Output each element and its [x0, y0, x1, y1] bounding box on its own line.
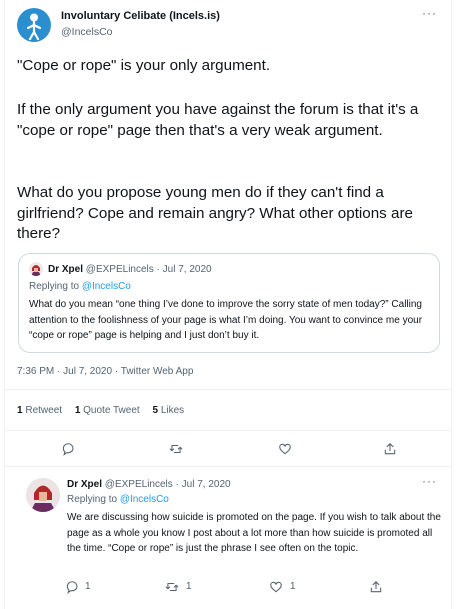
quote-author-handle[interactable]: @EXPELincels · Jul 7, 2020	[86, 264, 212, 275]
reply-count: 1	[85, 581, 91, 592]
like-count: 1	[290, 581, 296, 592]
author-handle[interactable]: @IncelsCo	[61, 26, 113, 38]
likes-count: 5	[152, 405, 159, 416]
reply-text: We are discussing how suicide is promote…	[67, 512, 441, 555]
tweet-stats: 1 Retweet 1 Quote Tweet 5 Likes	[17, 405, 194, 416]
like-icon[interactable]	[278, 442, 292, 456]
tweet-paragraph: "Cope or rope" is your only argument.	[17, 57, 271, 74]
replying-handle-link[interactable]: @IncelsCo	[120, 494, 169, 505]
quotes-stat[interactable]: 1 Quote Tweet	[75, 405, 140, 416]
quote-author-avatar	[29, 262, 43, 276]
reply-replying-to: Replying to @IncelsCo	[67, 494, 169, 505]
tweet-timestamp[interactable]: 7:36 PM · Jul 7, 2020 · Twitter Web App	[17, 366, 193, 377]
share-icon[interactable]	[369, 580, 383, 594]
retweet-icon[interactable]	[165, 580, 179, 594]
divider	[5, 389, 451, 390]
retweet-icon[interactable]	[169, 442, 183, 456]
magneto-avatar-icon	[29, 262, 43, 276]
divider	[5, 430, 451, 431]
magneto-avatar-icon	[26, 478, 60, 512]
reply-author-name[interactable]: Dr Xpel	[67, 479, 102, 490]
tweet-thread: Involuntary Celibate (Incels.is) @Incels…	[4, 0, 452, 609]
reply-author-avatar[interactable]	[26, 478, 60, 512]
replying-prefix: Replying to	[29, 281, 82, 292]
quoted-tweet-card[interactable]: Dr Xpel @EXPELincels · Jul 7, 2020 Reply…	[18, 253, 440, 353]
tweet-paragraph: If the only argument you have against th…	[17, 101, 419, 139]
replying-handle-link[interactable]: @IncelsCo	[82, 281, 131, 292]
retweets-label: Retweet	[25, 405, 63, 416]
replying-prefix: Replying to	[67, 494, 120, 505]
more-icon[interactable]: ···	[422, 474, 437, 488]
quotes-label: Quote Tweet	[83, 405, 140, 416]
author-avatar[interactable]	[17, 8, 51, 42]
stick-figure-icon	[26, 13, 42, 41]
reply-author-line: Dr Xpel @EXPELincels · Jul 7, 2020	[67, 479, 231, 490]
quote-author-line: Dr Xpel @EXPELincels · Jul 7, 2020	[48, 264, 212, 275]
likes-stat[interactable]: 5 Likes	[152, 405, 184, 416]
like-icon[interactable]	[269, 580, 283, 594]
quotes-count: 1	[74, 405, 81, 416]
quote-author-name[interactable]: Dr Xpel	[48, 264, 83, 275]
author-name[interactable]: Involuntary Celibate (Incels.is)	[61, 10, 220, 22]
more-icon[interactable]: ···	[422, 6, 437, 20]
reply-icon[interactable]	[61, 442, 75, 456]
retweets-count: 1	[17, 405, 23, 416]
share-icon[interactable]	[383, 442, 397, 456]
quote-replying-to: Replying to @IncelsCo	[29, 281, 131, 292]
divider	[5, 466, 451, 467]
tweet-paragraph: What do you propose young men do if they…	[17, 184, 413, 242]
quote-text: What do you mean “one thing I’ve done to…	[29, 299, 423, 341]
likes-label: Likes	[160, 405, 185, 416]
reply-icon[interactable]	[65, 580, 79, 594]
retweets-stat[interactable]: 1 Retweet	[17, 405, 62, 416]
reply-author-handle[interactable]: @EXPELincels · Jul 7, 2020	[105, 479, 231, 490]
retweet-count: 1	[186, 581, 192, 592]
